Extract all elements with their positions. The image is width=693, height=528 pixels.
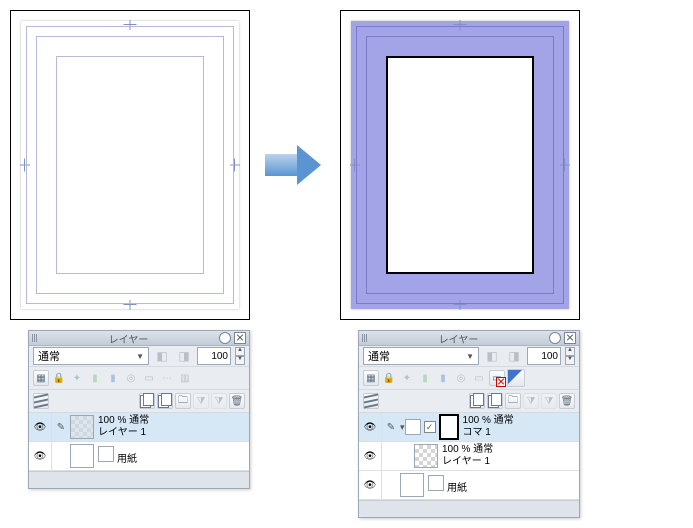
layer-name: 用紙 xyxy=(98,446,137,466)
layer-opacity-label: 100 % 通常 xyxy=(463,415,514,427)
folder-thumb xyxy=(405,419,421,435)
link-icon[interactable]: ⋯ xyxy=(159,370,175,386)
opacity-stepper[interactable]: ▲▼ xyxy=(565,347,575,365)
close-button[interactable] xyxy=(234,332,246,344)
layer-row-frame-folder[interactable]: ✓ 100 % 通常 コマ 1 xyxy=(359,413,579,442)
layer-thumbnail xyxy=(70,444,94,468)
canvas-before[interactable] xyxy=(10,10,250,320)
frame-icon[interactable]: ▥ xyxy=(177,370,193,386)
draft-icon[interactable]: ▭ xyxy=(141,370,157,386)
clip-icon[interactable]: ◧ xyxy=(153,347,171,365)
frame-thumbnail xyxy=(439,414,459,440)
minimize-button[interactable] xyxy=(219,332,231,344)
lock-icon[interactable]: 🔒 xyxy=(381,370,397,386)
wand-icon[interactable]: ✦ xyxy=(69,370,85,386)
visibility-toggle[interactable] xyxy=(364,451,377,462)
transfer-down-button[interactable]: ⧩ xyxy=(523,393,539,409)
lock-icon[interactable]: 🔒 xyxy=(51,370,67,386)
layer-row[interactable]: 用紙 xyxy=(359,471,579,500)
edit-indicator-icon xyxy=(57,422,65,433)
ref-icon[interactable]: ◎ xyxy=(123,370,139,386)
layer-opacity-label: 100 % 通常 xyxy=(98,415,149,427)
clip-mask-icon[interactable]: ◨ xyxy=(505,347,523,365)
opacity-input[interactable]: 100 xyxy=(197,347,231,365)
palette-layers-toggle[interactable] xyxy=(363,393,379,409)
canvas-after[interactable] xyxy=(340,10,580,320)
visibility-toggle[interactable] xyxy=(34,451,47,462)
red-x-icon xyxy=(496,377,506,387)
delete-layer-button[interactable]: 🗑 xyxy=(559,393,575,409)
paper-icon xyxy=(98,446,114,462)
panel-title: レイヤー xyxy=(371,331,546,346)
layer-name: レイヤー 1 xyxy=(442,456,493,468)
ruler-icon[interactable]: ▮ xyxy=(435,370,451,386)
lock-transparency-icon[interactable]: ▦ xyxy=(363,370,379,386)
page xyxy=(21,21,239,309)
minimize-button[interactable] xyxy=(549,332,561,344)
blend-mode-value: 通常 xyxy=(38,348,60,364)
frame-toggle-icon[interactable]: ▭ xyxy=(489,370,505,386)
blue-triangle-icon xyxy=(508,370,522,384)
new-layer-star-button[interactable] xyxy=(157,393,173,409)
visibility-toggle[interactable] xyxy=(34,422,47,433)
layer-list: ✓ 100 % 通常 コマ 1 100 % 通常 レイヤー 1 xyxy=(359,413,579,500)
color-tag-button[interactable] xyxy=(507,369,525,387)
layer-thumbnail xyxy=(70,415,94,439)
close-button[interactable] xyxy=(564,332,576,344)
frame-border[interactable] xyxy=(386,56,534,274)
panel-grip[interactable] xyxy=(32,334,38,342)
layer-row[interactable]: 用紙 xyxy=(29,442,249,471)
panel-grip[interactable] xyxy=(362,334,368,342)
ref-icon[interactable]: ◎ xyxy=(453,370,469,386)
opacity-input[interactable]: 100 xyxy=(527,347,561,365)
blend-mode-value: 通常 xyxy=(368,348,390,364)
opacity-stepper[interactable]: ▲▼ xyxy=(235,347,245,365)
layer-thumbnail xyxy=(400,473,424,497)
clip-mask-icon[interactable]: ◨ xyxy=(175,347,193,365)
new-folder-button[interactable]: 🗀 xyxy=(505,393,521,409)
clip-icon[interactable]: ◧ xyxy=(483,347,501,365)
visibility-toggle[interactable] xyxy=(364,422,377,433)
edit-indicator-icon xyxy=(387,422,395,433)
lock-transparency-icon[interactable]: ▦ xyxy=(33,370,49,386)
mask-icon[interactable]: ▮ xyxy=(87,370,103,386)
visibility-toggle[interactable] xyxy=(364,480,377,491)
checkbox-icon[interactable]: ✓ xyxy=(424,421,436,433)
layer-name: コマ 1 xyxy=(463,427,514,439)
safe-area xyxy=(56,56,204,274)
panel-footer xyxy=(359,500,579,517)
layer-name: 用紙 xyxy=(428,475,467,495)
merge-down-button[interactable]: ⧩ xyxy=(541,393,557,409)
new-folder-button[interactable]: 🗀 xyxy=(175,393,191,409)
panel-title: レイヤー xyxy=(41,331,216,346)
layer-opacity-label: 100 % 通常 xyxy=(442,444,493,456)
page xyxy=(351,21,569,309)
new-layer-star-button[interactable] xyxy=(487,393,503,409)
chevron-down-icon: ▼ xyxy=(466,352,474,361)
new-layer-button[interactable] xyxy=(469,393,485,409)
transfer-down-button[interactable]: ⧩ xyxy=(193,393,209,409)
delete-layer-button[interactable]: 🗑 xyxy=(229,393,245,409)
palette-layers-toggle[interactable] xyxy=(33,393,49,409)
layer-name: レイヤー 1 xyxy=(98,427,149,439)
panel-footer xyxy=(29,471,249,488)
paper-icon xyxy=(428,475,444,491)
layers-panel-before: レイヤー 通常 ▼ ◧ ◨ 100 ▲▼ ▦ 🔒 xyxy=(28,330,250,489)
wand-icon[interactable]: ✦ xyxy=(399,370,415,386)
draft-icon[interactable]: ▭ xyxy=(471,370,487,386)
layer-row[interactable]: 100 % 通常 レイヤー 1 xyxy=(359,442,579,471)
blend-mode-select[interactable]: 通常 ▼ xyxy=(33,347,149,365)
ruler-icon[interactable]: ▮ xyxy=(105,370,121,386)
blend-mode-select[interactable]: 通常 ▼ xyxy=(363,347,479,365)
layers-panel-after: レイヤー 通常 ▼ ◧ ◨ 100 ▲▼ ▦ 🔒 xyxy=(358,330,580,518)
layer-list: 100 % 通常 レイヤー 1 用紙 xyxy=(29,413,249,471)
chevron-down-icon: ▼ xyxy=(136,352,144,361)
arrow-icon xyxy=(265,145,325,185)
merge-down-button[interactable]: ⧩ xyxy=(211,393,227,409)
layer-thumbnail xyxy=(414,444,438,468)
mask-icon[interactable]: ▮ xyxy=(417,370,433,386)
layer-row[interactable]: 100 % 通常 レイヤー 1 xyxy=(29,413,249,442)
new-layer-button[interactable] xyxy=(139,393,155,409)
